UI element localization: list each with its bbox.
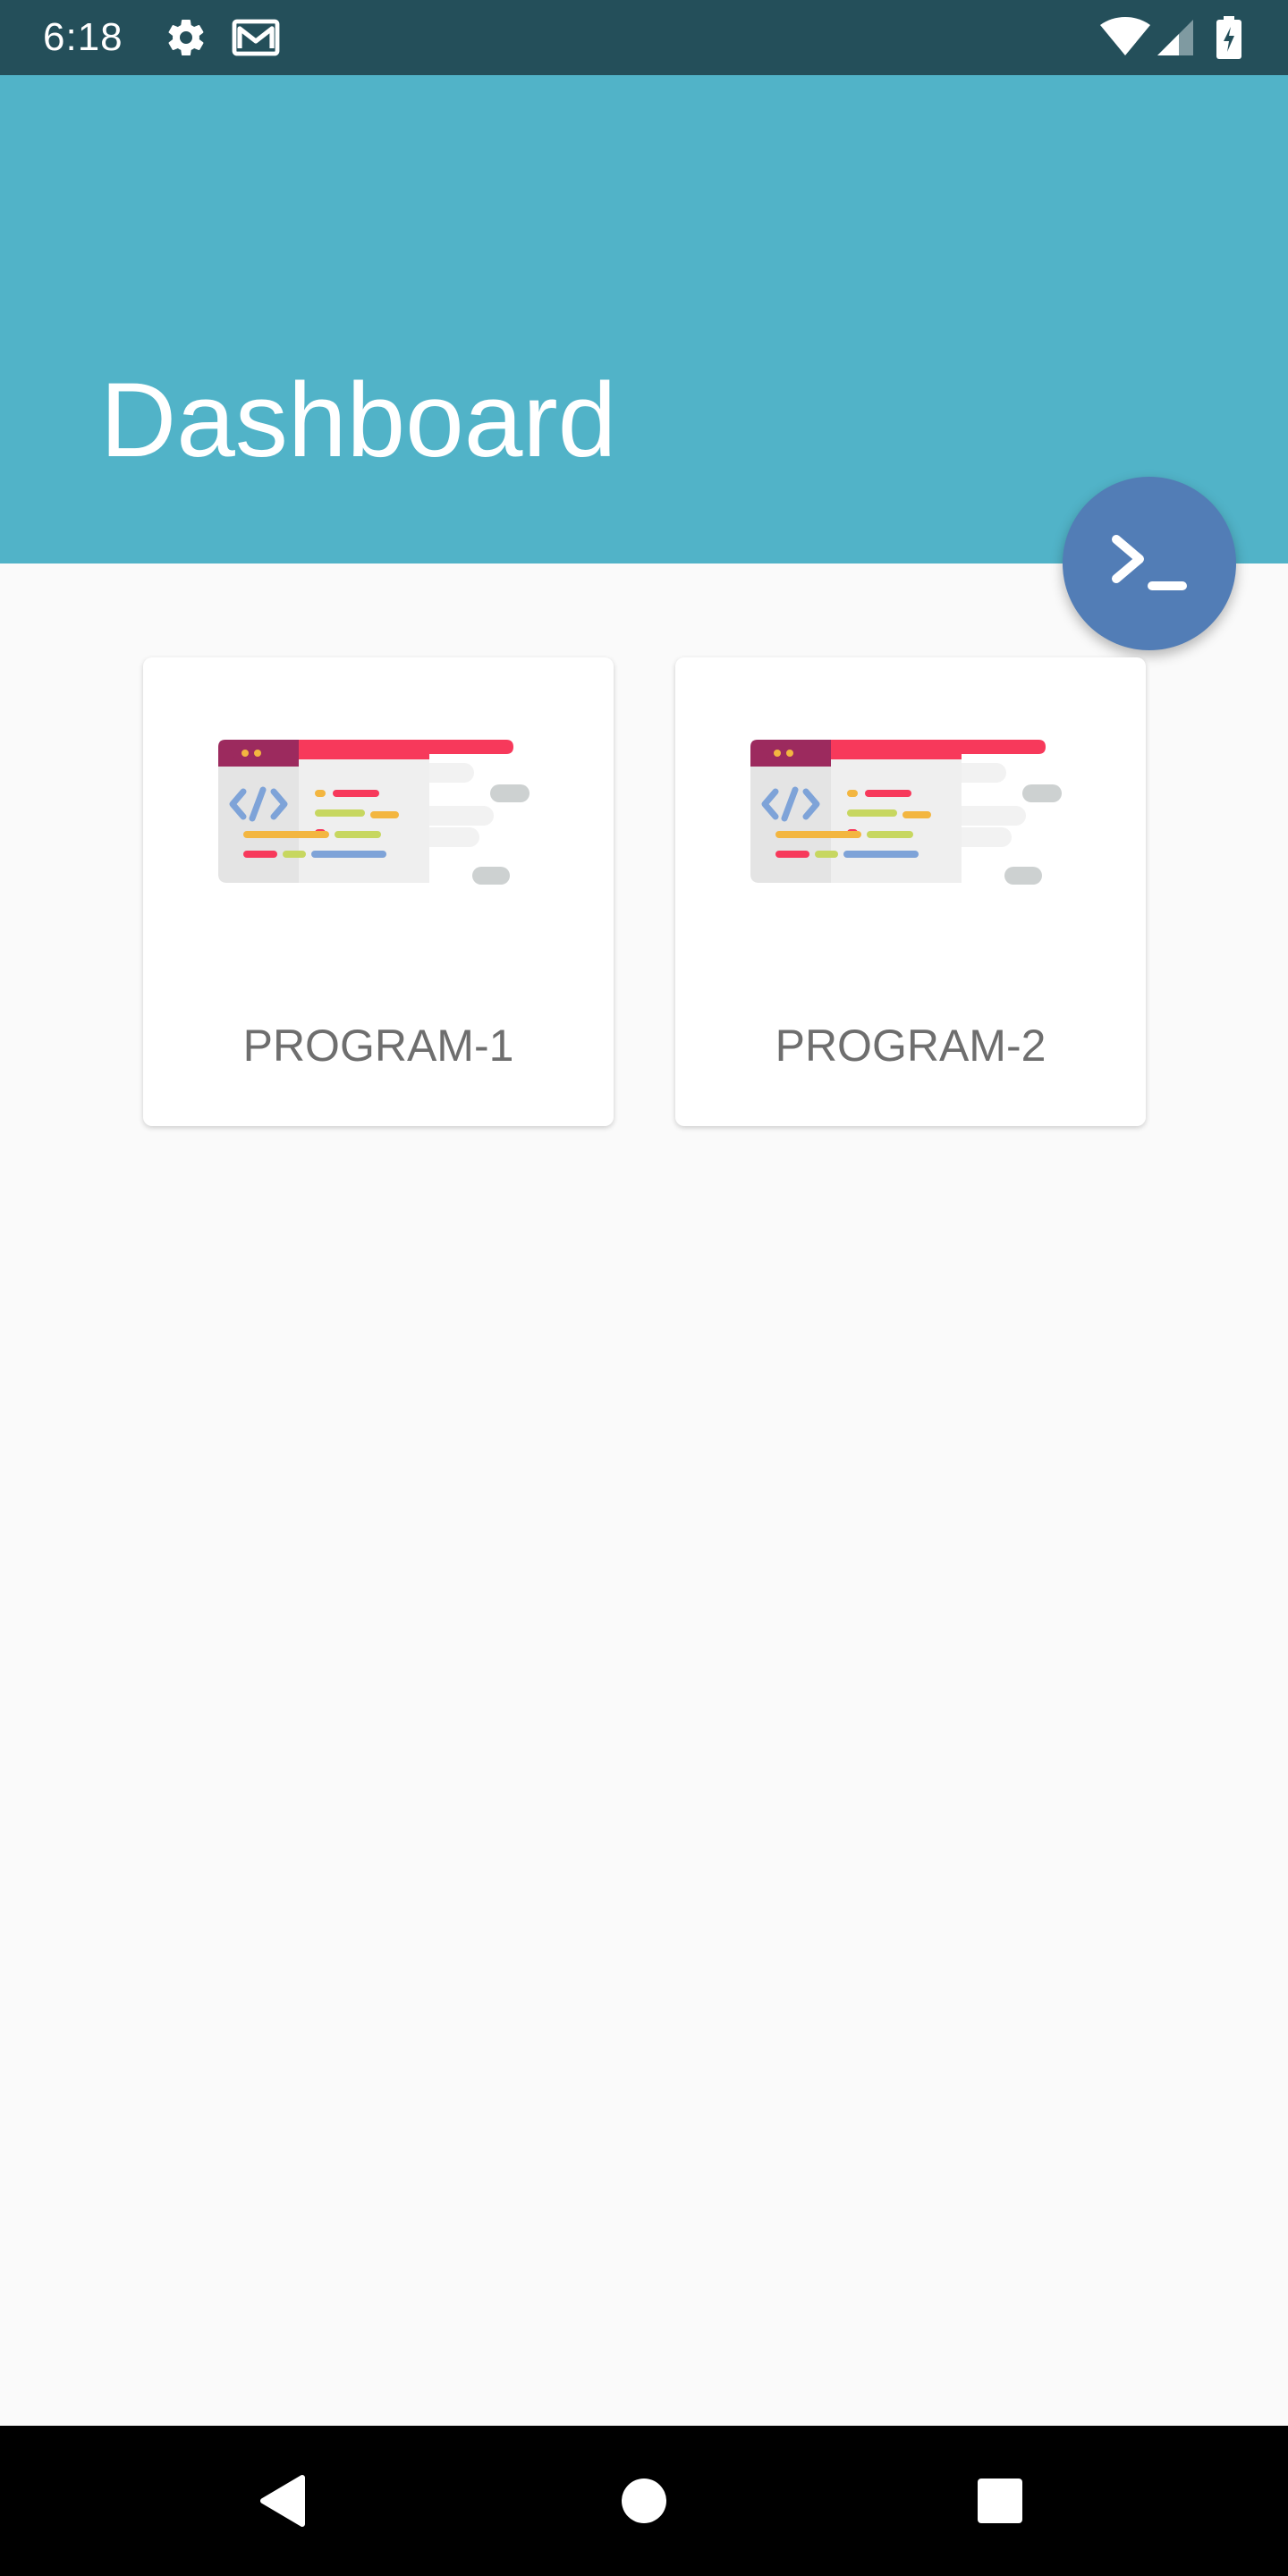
program-card-1[interactable]: PROGRAM-1: [143, 657, 614, 1126]
back-button[interactable]: [247, 2465, 318, 2537]
program-card-label: PROGRAM-2: [775, 1021, 1046, 1071]
program-card-2[interactable]: PROGRAM-2: [675, 657, 1146, 1126]
program-card-label: PROGRAM-1: [242, 1021, 514, 1071]
terminal-icon: [1112, 535, 1187, 590]
code-window-icon: [218, 740, 530, 885]
recents-icon: [978, 2479, 1022, 2523]
code-window-icon: [750, 740, 1062, 885]
home-icon: [622, 2479, 666, 2523]
home-button[interactable]: [608, 2465, 680, 2537]
battery-charging-icon: [1215, 16, 1243, 59]
page-title: Dashboard: [100, 361, 617, 479]
terminal-fab-button[interactable]: [1063, 477, 1236, 650]
recents-button[interactable]: [964, 2465, 1036, 2537]
status-bar: 6:18: [0, 0, 1288, 75]
status-time: 6:18: [43, 15, 123, 59]
app-header: Dashboard: [0, 75, 1288, 564]
wifi-icon: [1098, 16, 1152, 59]
back-icon: [260, 2475, 305, 2527]
gmail-icon: [231, 16, 281, 59]
system-nav-bar: [0, 2426, 1288, 2576]
signal-icon: [1154, 16, 1197, 59]
gear-icon: [165, 16, 208, 59]
